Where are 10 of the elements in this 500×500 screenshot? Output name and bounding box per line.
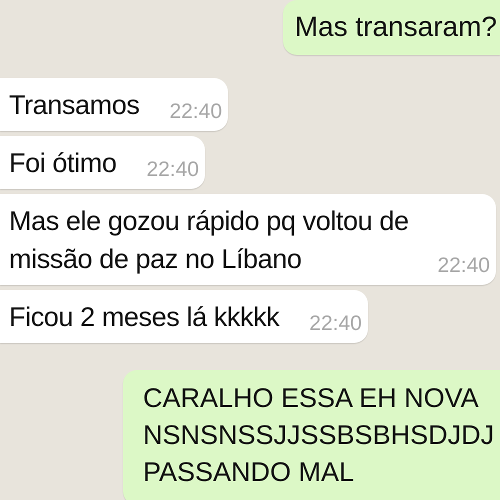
message-text: Foi ótimo [9,148,116,178]
message-text: Ficou 2 meses lá kkkkk [9,302,280,332]
message-text: CARALHO ESSA EH NOVA NSNSNSSJJSSBSBHSDJDJ PASSANDO MAL [143,383,494,487]
message-time: 22:40 [146,158,199,182]
message-time: 22:40 [169,100,222,124]
message-time: 22:40 [437,254,490,278]
message-text: Mas ele gozou rápido pq voltou de missão de paz no Líbano [9,206,409,274]
message-text: Mas transaram? [294,11,497,42]
message-time: 22:40 [309,312,362,336]
message-text: Transamos [9,90,140,120]
